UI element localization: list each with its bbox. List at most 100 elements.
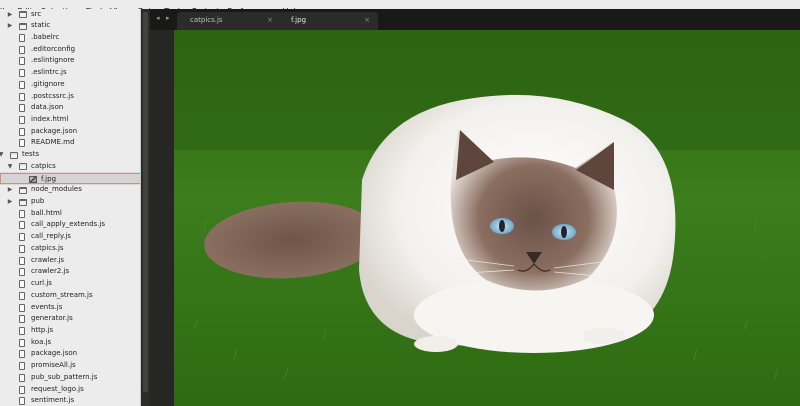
file-icon [19,362,25,371]
tree-file[interactable]: request_logo.js [0,384,140,396]
tab-label: catpics.js [190,16,223,24]
folder-icon [19,163,27,171]
tree-file[interactable]: crawler2.js [0,266,140,278]
tree-file[interactable]: promiseAll.js [0,360,140,372]
tree-item-label: catpics.js [31,243,64,252]
tree-folder[interactable]: ▶ node_modules [0,184,140,196]
image-file-icon [29,176,37,184]
folder-icon [19,198,27,206]
tree-file[interactable]: .eslintignore [0,55,140,67]
file-icon [19,104,25,113]
tree-item-label: call_reply.js [31,232,71,241]
cat-photo [174,30,800,406]
tab-close-icon[interactable]: × [267,16,273,24]
tree-item-label: package.json [31,349,78,358]
tree-file[interactable]: koa.js [0,337,140,349]
file-tree-sidebar: ▶ src ▶ static .babelrc .editorconfig .eslinti… [0,9,141,406]
file-icon [19,303,25,312]
tree-item-label: ball.html [31,208,62,217]
tree-file[interactable]: .postcssrc.js [0,91,140,103]
folder-icon [19,186,27,194]
tree-file[interactable]: call_apply_extends.js [0,219,140,231]
file-icon [19,80,25,89]
tree-item-label: data.json [31,103,64,112]
tab-f-jpg[interactable]: f.jpg × [278,12,378,30]
file-icon [19,291,25,300]
tree-folder[interactable]: ▶ pub [0,196,140,208]
tree-item-label: sentiment.js [31,396,75,405]
tree-file[interactable]: generator.js [0,313,140,325]
tree-file[interactable]: crawler.js [0,255,140,267]
disclosure-open-icon[interactable]: ▼ [0,149,5,161]
tree-file[interactable]: pub_sub_pattern.js [0,372,140,384]
tree-item-label: catpics [31,161,56,170]
disclosure-closed-icon[interactable]: ▶ [6,184,14,196]
sidebar-scrollbar-thumb[interactable] [143,12,148,392]
tree-file[interactable]: sentiment.js [0,395,140,406]
tree-item-label: crawler2.js [31,267,70,276]
tree-item-label: .eslintignore [31,56,75,65]
tab-bar: ◂ ▸ catpics.js × f.jpg × [150,9,800,30]
file-icon [19,45,25,54]
tree-file[interactable]: .eslintrc.js [0,67,140,79]
tree-file[interactable]: data.json [0,102,140,114]
tree-item-label: http.js [31,325,54,334]
tree-item-label: request_logo.js [31,384,84,393]
tree-item-label: custom_stream.js [31,290,93,299]
tree-file[interactable]: index.html [0,114,140,126]
tree-file[interactable]: catpics.js [0,243,140,255]
disclosure-open-icon[interactable]: ▼ [6,161,14,173]
tree-file[interactable]: .babelrc [0,32,140,44]
tree-file[interactable]: README.md [0,137,140,149]
disclosure-closed-icon[interactable]: ▶ [6,9,14,20]
tree-folder[interactable]: ▶ static [0,20,140,32]
tree-item-label: .eslintrc.js [31,68,67,77]
tree-item-label: curl.js [31,279,52,288]
tree-file[interactable]: ball.html [0,208,140,220]
file-icon [19,326,25,335]
tree-file[interactable]: package.json [0,348,140,360]
file-icon [19,209,25,218]
tree-item-label: static [31,21,51,30]
tree-file[interactable]: f.jpg [0,172,140,185]
disclosure-closed-icon[interactable]: ▶ [6,20,14,32]
file-icon [19,397,25,406]
tree-folder[interactable]: ▼ tests [0,149,140,161]
tree-item-label: .editorconfig [31,44,76,53]
tab-label: f.jpg [291,16,307,24]
tree-file[interactable]: events.js [0,302,140,314]
disclosure-closed-icon[interactable]: ▶ [6,196,14,208]
file-icon [19,338,25,347]
folder-icon [19,11,27,18]
tree-item-label: README.md [31,138,75,147]
tree-file[interactable]: call_reply.js [0,231,140,243]
tree-file[interactable]: custom_stream.js [0,290,140,302]
tree-item-label: generator.js [31,314,73,323]
tree-file[interactable]: curl.js [0,278,140,290]
file-icon [19,115,25,124]
tree-file[interactable]: .editorconfig [0,44,140,56]
tree-folder[interactable]: ▶ src [0,9,140,20]
tree-file[interactable]: .gitignore [0,79,140,91]
tree-folder[interactable]: ▼ catpics [0,161,140,173]
file-icon [19,33,25,42]
file-icon [19,373,25,382]
tree-item-label: promiseAll.js [31,361,76,370]
tree-item-label: pub [31,197,45,206]
tree-file[interactable]: http.js [0,325,140,337]
nav-back-icon[interactable]: ◂ [156,14,160,22]
tree-file[interactable]: package.json [0,126,140,138]
nav-forward-icon[interactable]: ▸ [166,14,170,22]
file-icon [19,280,25,289]
tree-item-label: src [31,9,42,18]
tab-catpics-js[interactable]: catpics.js × [177,12,281,30]
file-icon [19,69,25,78]
image-viewer [174,30,800,406]
sidebar-scrollbar[interactable] [141,9,150,406]
file-icon [19,256,25,265]
editor-gutter [150,30,174,406]
folder-icon [19,22,27,30]
tree-item-label: package.json [31,126,78,135]
tab-close-icon[interactable]: × [364,16,370,24]
menu-bar: FileEditSelectionFindViewGotoToolsProjec… [0,0,800,9]
